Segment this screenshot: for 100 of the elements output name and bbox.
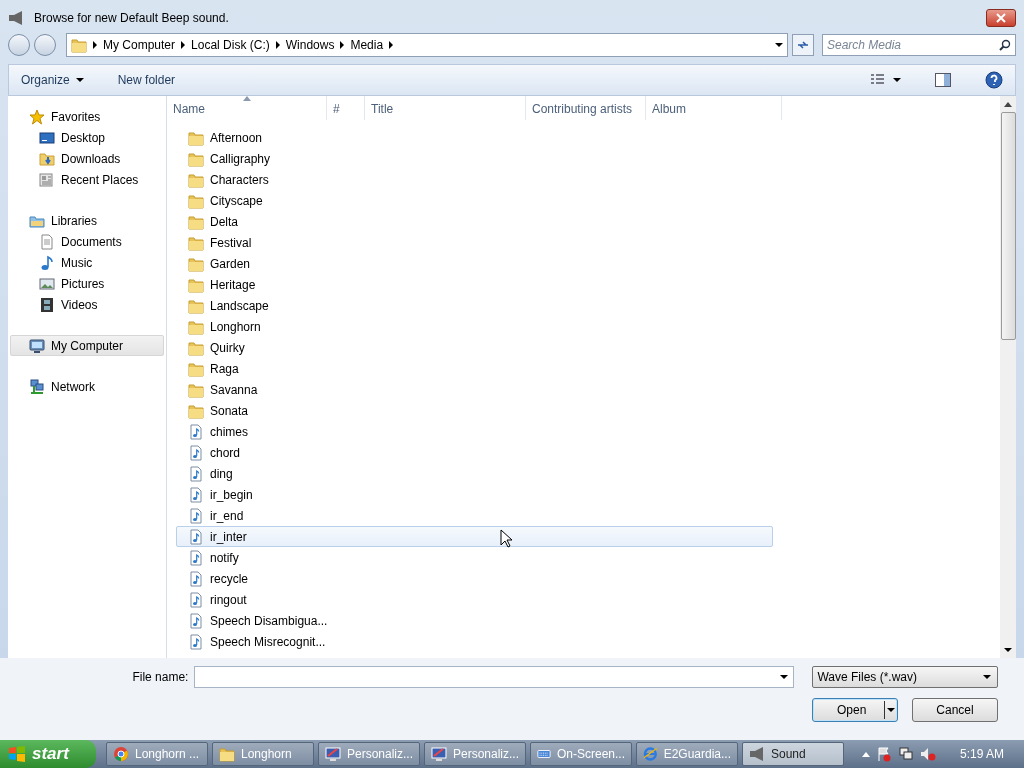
file-type-dropdown[interactable]: Wave Files (*.wav) bbox=[812, 666, 998, 688]
file-row[interactable]: notify bbox=[176, 547, 773, 568]
desktop-icon bbox=[39, 129, 55, 146]
sidebar-item[interactable]: Pictures bbox=[10, 273, 164, 294]
breadcrumb[interactable]: My Computer bbox=[103, 38, 176, 52]
folder-icon bbox=[188, 255, 204, 272]
speaker-muted-icon[interactable] bbox=[919, 746, 936, 762]
audio-file-icon bbox=[188, 486, 204, 503]
forward-button[interactable] bbox=[34, 34, 56, 56]
cancel-button[interactable]: Cancel bbox=[912, 698, 998, 722]
file-row[interactable]: ir_begin bbox=[176, 484, 773, 505]
downloads-icon bbox=[39, 150, 55, 167]
monitor-icon bbox=[431, 746, 447, 762]
column-header[interactable]: Title bbox=[365, 96, 526, 120]
search-icon[interactable] bbox=[999, 39, 1011, 51]
speaker-icon bbox=[749, 746, 765, 762]
folder-icon bbox=[188, 192, 204, 209]
file-row[interactable]: Delta bbox=[176, 211, 773, 232]
file-row[interactable]: Cityscape bbox=[176, 190, 773, 211]
speaker-icon bbox=[8, 10, 24, 26]
expand-tray-icon[interactable] bbox=[861, 751, 870, 757]
breadcrumb[interactable]: Windows bbox=[285, 38, 335, 52]
file-row[interactable]: ir_inter bbox=[176, 526, 773, 547]
audio-file-icon bbox=[188, 633, 204, 650]
file-name-field[interactable] bbox=[194, 666, 795, 688]
folder-icon bbox=[188, 171, 204, 188]
computer-icon bbox=[29, 337, 45, 354]
breadcrumb[interactable]: Media bbox=[350, 38, 384, 52]
sidebar-item[interactable]: Libraries bbox=[10, 210, 164, 231]
sidebar-item[interactable]: Documents bbox=[10, 231, 164, 252]
organize-button[interactable]: Organize bbox=[19, 71, 86, 89]
refresh-button[interactable] bbox=[792, 34, 814, 56]
sidebar-item[interactable]: My Computer bbox=[10, 335, 164, 356]
flag-icon[interactable] bbox=[875, 746, 892, 762]
audio-file-icon bbox=[188, 549, 204, 566]
back-button[interactable] bbox=[8, 34, 30, 56]
folder-icon bbox=[188, 318, 204, 335]
file-row[interactable]: chord bbox=[176, 442, 773, 463]
sidebar-item[interactable]: Music bbox=[10, 252, 164, 273]
breadcrumb[interactable]: Local Disk (C:) bbox=[191, 38, 270, 52]
sidebar-item[interactable]: Network bbox=[10, 376, 164, 397]
file-row[interactable]: ir_end bbox=[176, 505, 773, 526]
file-row[interactable]: ding bbox=[176, 463, 773, 484]
column-header[interactable]: Contributing artists bbox=[526, 96, 646, 120]
audio-file-icon bbox=[188, 570, 204, 587]
audio-file-icon bbox=[188, 465, 204, 482]
folder-icon bbox=[188, 402, 204, 419]
close-button[interactable] bbox=[986, 9, 1016, 27]
folder-icon bbox=[188, 276, 204, 293]
file-row[interactable]: Quirky bbox=[176, 337, 773, 358]
open-button[interactable]: Open bbox=[812, 698, 898, 722]
chrome-icon bbox=[113, 746, 129, 762]
file-row[interactable]: ringout bbox=[176, 589, 773, 610]
file-row[interactable]: recycle bbox=[176, 568, 773, 589]
file-row[interactable]: Festival bbox=[176, 232, 773, 253]
view-list-icon bbox=[871, 74, 887, 86]
sidebar-item[interactable]: Desktop bbox=[10, 127, 164, 148]
sidebar-item[interactable]: Videos bbox=[10, 294, 164, 315]
scroll-up-arrow-icon[interactable] bbox=[1004, 101, 1012, 107]
file-row[interactable]: Longhorn bbox=[176, 316, 773, 337]
audio-file-icon bbox=[188, 444, 204, 461]
monitor-icon bbox=[325, 746, 341, 762]
column-header[interactable]: Album bbox=[646, 96, 782, 120]
taskbar-button[interactable]: Sound bbox=[742, 742, 844, 766]
file-row[interactable]: Speech Disambigua... bbox=[176, 610, 773, 631]
file-row[interactable]: Speech Misrecognit... bbox=[176, 631, 773, 652]
file-row[interactable]: Garden bbox=[176, 253, 773, 274]
folder-icon bbox=[188, 360, 204, 377]
column-header[interactable]: Name bbox=[167, 96, 327, 120]
network-icon[interactable] bbox=[897, 746, 914, 762]
file-row[interactable]: Savanna bbox=[176, 379, 773, 400]
audio-file-icon bbox=[188, 591, 204, 608]
sidebar-item[interactable]: Recent Places bbox=[10, 169, 164, 190]
file-row[interactable]: Afternoon bbox=[176, 127, 773, 148]
file-row[interactable]: Characters bbox=[176, 169, 773, 190]
address-bar[interactable]: My Computer Local Disk (C:) Windows Media bbox=[66, 33, 788, 57]
scrollbar[interactable] bbox=[1000, 96, 1016, 658]
file-row[interactable]: Landscape bbox=[176, 295, 773, 316]
sidebar-item[interactable]: Downloads bbox=[10, 148, 164, 169]
folder-icon bbox=[71, 37, 87, 53]
file-row[interactable]: Calligraphy bbox=[176, 148, 773, 169]
file-row[interactable]: Sonata bbox=[176, 400, 773, 421]
column-header[interactable]: # bbox=[327, 96, 365, 120]
film-icon bbox=[39, 296, 55, 313]
sidebar-item[interactable]: Favorites bbox=[10, 106, 164, 127]
folder-icon bbox=[188, 339, 204, 356]
picture-icon bbox=[39, 275, 55, 292]
file-row[interactable]: Heritage bbox=[176, 274, 773, 295]
file-row[interactable]: Raga bbox=[176, 358, 773, 379]
folder-icon bbox=[188, 129, 204, 146]
file-row[interactable]: chimes bbox=[176, 421, 773, 442]
search-field[interactable]: Search Media bbox=[822, 34, 1016, 56]
preview-pane-button[interactable] bbox=[933, 71, 953, 89]
new-folder-button[interactable]: New folder bbox=[115, 71, 178, 89]
audio-file-icon bbox=[188, 423, 204, 440]
help-button[interactable] bbox=[983, 69, 1005, 91]
network-icon bbox=[29, 378, 45, 395]
music-note-icon bbox=[39, 254, 55, 271]
recent-places-icon bbox=[39, 171, 55, 188]
close-icon bbox=[996, 13, 1006, 23]
